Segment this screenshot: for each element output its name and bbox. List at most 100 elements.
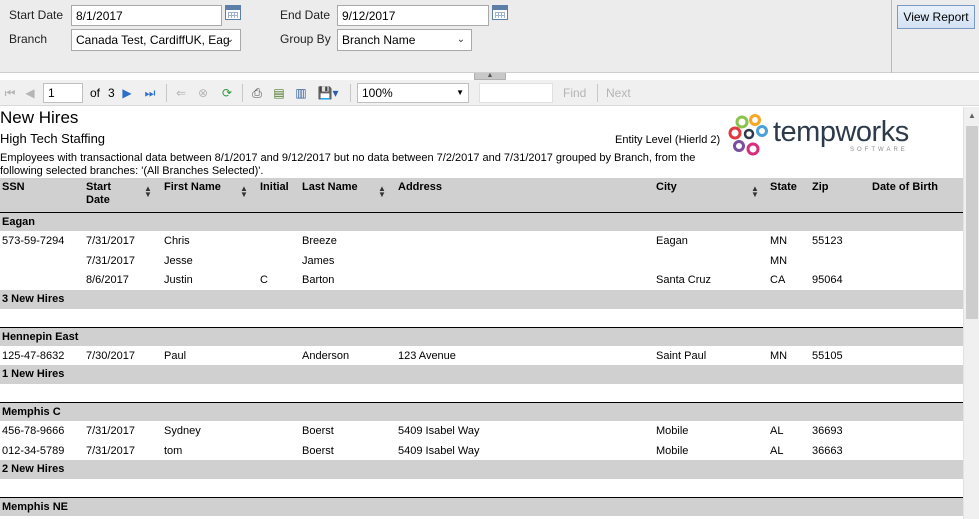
last-page-icon[interactable]: ⏭ (142, 84, 158, 102)
next-page-icon[interactable]: ▶ (120, 84, 134, 102)
scrollbar-thumb[interactable] (966, 126, 978, 319)
cell-zip: 95064 (812, 274, 843, 286)
refresh-icon[interactable]: ⟳ (218, 84, 236, 102)
group-total: 3 New Hires (0, 289, 963, 309)
group-total: 1 New Hires (0, 365, 963, 384)
print-layout-icon[interactable]: ▤ (270, 84, 288, 102)
sort-icon[interactable]: ▲ ▼ (378, 185, 386, 199)
column-header-date-of-birth: Date of Birth (872, 181, 938, 193)
toolbar-separator (350, 84, 351, 102)
page-setup-icon[interactable]: ▥ (292, 84, 310, 102)
zoom-select[interactable]: 100% ▼ (357, 83, 469, 103)
group-header: Eagan (0, 212, 963, 231)
logo-subtitle: SOFTWARE (850, 147, 908, 153)
table-row: 456-78-9666 7/31/2017 Sydney Boerst 5409… (0, 421, 963, 441)
sort-icon[interactable]: ▲ ▼ (751, 185, 759, 199)
chevron-down-icon: ⌄ (456, 34, 466, 45)
cell-state: MN (770, 235, 788, 247)
group-by-select-value: Branch Name (342, 33, 416, 47)
stop-icon[interactable]: ⊗ (195, 84, 211, 102)
end-date-calendar-icon[interactable] (492, 5, 508, 20)
table-row: 8/6/2017 Justin C Barton Santa Cruz CA 9… (0, 270, 963, 290)
cell-first-name: Justin (164, 274, 193, 286)
page-of-label: of (90, 86, 101, 100)
table-header: SSN Start Date ▲ ▼ First Name ▲ ▼ Initial … (0, 178, 963, 212)
column-header-first-name: First Name (164, 181, 221, 193)
zoom-value: 100% (362, 86, 393, 100)
print-icon[interactable]: ⎙ (248, 84, 266, 102)
cell-zip: 55105 (812, 349, 843, 362)
cell-first-name: Sydney (164, 425, 201, 437)
current-page-input[interactable]: 1 (43, 83, 83, 103)
report-description: Employees with transactional data betwee… (0, 152, 696, 177)
branch-select[interactable]: Canada Test, CardiffUK, Eag ⌄ (71, 29, 241, 51)
cell-last-name: Breeze (302, 235, 337, 247)
report-toolbar: ⏮ ◀ 1 of 3 ▶ ⏭ ⇐ ⊗ ⟳ ⎙ ▤ ▥ 💾▾ 100% ▼ Fin… (0, 80, 979, 106)
cell-ssn: 456-78-9666 (2, 425, 65, 437)
cell-first-name: Jesse (164, 254, 193, 267)
collapse-params-toggle[interactable]: ▲ (474, 72, 506, 80)
group-spacer (0, 479, 963, 497)
cell-state: MN (770, 254, 788, 267)
report-title: New Hires (0, 108, 79, 127)
export-icon[interactable]: 💾▾ (316, 84, 340, 102)
column-header-ssn: SSN (2, 181, 25, 193)
start-date-label: Start Date (9, 8, 64, 22)
cell-ssn: 125-47-8632 (2, 349, 65, 362)
column-header-state: State (770, 181, 797, 193)
cell-city: Mobile (656, 444, 689, 457)
tempworks-logo: tempworks SOFTWARE (726, 112, 926, 162)
view-report-button[interactable]: View Report (897, 5, 975, 29)
table-row: 573-59-7294 7/31/2017 Chris Breeze Eagan… (0, 231, 963, 251)
column-header-address: Address (398, 181, 443, 193)
cell-start-date: 7/31/2017 (86, 444, 135, 457)
cell-city: Santa Cruz (656, 274, 712, 286)
cell-zip: 36663 (812, 444, 843, 457)
previous-page-icon[interactable]: ◀ (23, 84, 37, 102)
end-date-input[interactable]: 9/12/2017 (337, 5, 489, 26)
total-pages-label: 3 (108, 86, 115, 100)
first-page-icon[interactable]: ⏮ (3, 84, 17, 102)
cell-start-date: 7/31/2017 (86, 235, 135, 247)
company-name: High Tech Staffing (0, 131, 106, 146)
toolbar-separator (242, 84, 243, 102)
table-row: 012-34-5789 7/31/2017 tom Boerst 5409 Is… (0, 441, 963, 461)
find-link[interactable]: Find (563, 84, 586, 102)
params-divider (891, 0, 892, 73)
cell-first-name: tom (164, 444, 183, 457)
chevron-down-icon: ▼ (456, 88, 464, 97)
group-header: Memphis NE (0, 497, 963, 516)
table-row: 125-47-8632 7/30/2017 Paul Anderson 123 … (0, 346, 963, 366)
new-hires-table: SSN Start Date ▲ ▼ First Name ▲ ▼ Initial … (0, 178, 963, 516)
find-input[interactable] (479, 83, 553, 103)
cell-last-name: Anderson (302, 349, 350, 362)
cell-address: 5409 Isabel Way (398, 444, 480, 457)
cell-last-name: Boerst (302, 425, 334, 437)
cell-zip: 55123 (812, 235, 843, 247)
column-header-city: City (656, 181, 677, 193)
toolbar-separator (597, 84, 598, 102)
start-date-input[interactable]: 8/1/2017 (71, 5, 222, 26)
cell-city: Saint Paul (656, 349, 707, 362)
cell-city: Eagan (656, 235, 688, 247)
cell-first-name: Chris (164, 235, 190, 247)
sort-icon[interactable]: ▲ ▼ (240, 185, 248, 199)
sort-icon[interactable]: ▲ ▼ (144, 185, 152, 199)
cell-last-name: Boerst (302, 444, 334, 457)
group-by-select[interactable]: Branch Name ⌄ (337, 29, 472, 51)
cell-state: AL (770, 444, 784, 457)
end-date-label: End Date (280, 8, 331, 22)
cell-ssn: 573-59-7294 (2, 235, 65, 247)
tempworks-logo-mark (728, 114, 768, 156)
vertical-scrollbar[interactable]: ▲ (963, 107, 979, 519)
toolbar-separator (166, 84, 167, 102)
cell-initial: C (260, 274, 268, 286)
column-header-initial: Initial (260, 181, 289, 193)
find-next-link[interactable]: Next (606, 84, 631, 102)
branch-label: Branch (9, 32, 48, 46)
back-to-parent-icon[interactable]: ⇐ (173, 84, 189, 102)
group-spacer (0, 308, 963, 327)
group-header: Memphis C (0, 402, 963, 421)
start-date-calendar-icon[interactable] (225, 5, 241, 20)
scroll-up-icon[interactable]: ▲ (968, 111, 976, 120)
